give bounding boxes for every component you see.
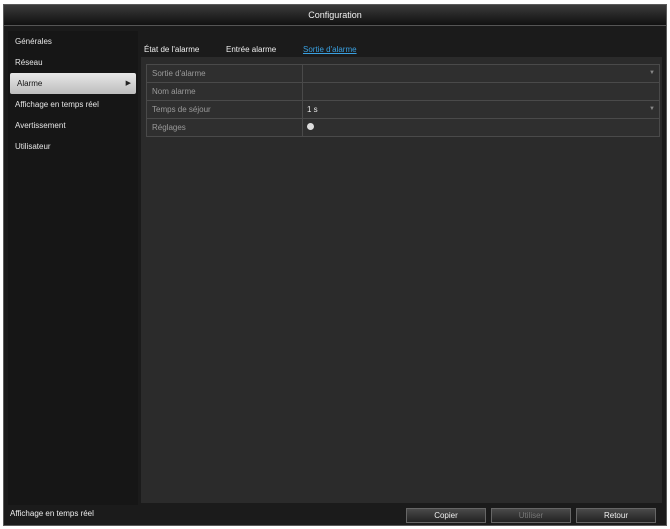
form-row-nom: Nom alarme [146, 82, 660, 100]
form-row-reglages: Réglages [146, 118, 660, 137]
form-row-temps: Temps de séjour 1 s ▼ [146, 100, 660, 118]
tab-sortie-alarme[interactable]: Sortie d'alarme [303, 45, 357, 54]
sidebar-item-reseau[interactable]: Réseau [8, 52, 138, 73]
sidebar-item-label: Générales [15, 37, 52, 46]
main-panel: État de l'alarme Entrée alarme Sortie d'… [141, 31, 662, 503]
dwell-time-select[interactable]: 1 s [302, 101, 659, 118]
sidebar-item-alarme[interactable]: Alarme ▶ [10, 73, 136, 94]
bottom-bar: Affichage en temps réel Copier Utiliser … [4, 505, 666, 525]
field-label: Sortie d'alarme [152, 69, 206, 78]
alarm-output-form: Sortie d'alarme ▼ Nom alarme Temps de sé… [146, 64, 660, 137]
sidebar-item-utilisateur[interactable]: Utilisateur [8, 136, 138, 157]
sidebar-item-label: Réseau [15, 58, 43, 67]
window-title: Configuration [4, 5, 666, 26]
settings-gear-icon[interactable] [307, 123, 314, 131]
config-window: Configuration Générales Réseau Alarme ▶ … [3, 4, 667, 526]
sidebar-item-label: Affichage en temps réel [15, 100, 99, 109]
field-label: Nom alarme [152, 87, 196, 96]
dropdown-arrow-icon: ▼ [649, 70, 655, 76]
sidebar: Générales Réseau Alarme ▶ Affichage en t… [8, 31, 138, 509]
sidebar-item-label: Alarme [17, 79, 43, 88]
tab-etat-alarme[interactable]: État de l'alarme [144, 45, 199, 54]
alarm-name-field[interactable] [302, 83, 659, 100]
back-button[interactable]: Retour [576, 508, 656, 523]
sidebar-item-generales[interactable]: Générales [8, 31, 138, 52]
sidebar-item-avertissement[interactable]: Avertissement [8, 115, 138, 136]
chevron-right-icon: ▶ [125, 80, 131, 87]
tab-bar: État de l'alarme Entrée alarme Sortie d'… [141, 31, 662, 57]
sidebar-item-label: Utilisateur [15, 142, 51, 151]
apply-button[interactable]: Utiliser [491, 508, 571, 523]
dropdown-arrow-icon: ▼ [649, 106, 655, 112]
copy-button[interactable]: Copier [406, 508, 486, 523]
settings-cell [302, 119, 659, 136]
form-row-sortie: Sortie d'alarme ▼ [146, 64, 660, 82]
alarm-output-select[interactable] [302, 65, 659, 82]
sidebar-item-affichage[interactable]: Affichage en temps réel [8, 94, 138, 115]
tab-entree-alarme[interactable]: Entrée alarme [226, 45, 276, 54]
sidebar-item-label: Avertissement [15, 121, 66, 130]
live-view-button[interactable]: Affichage en temps réel [10, 509, 94, 518]
field-label: Réglages [152, 123, 186, 132]
field-label: Temps de séjour [152, 105, 211, 114]
